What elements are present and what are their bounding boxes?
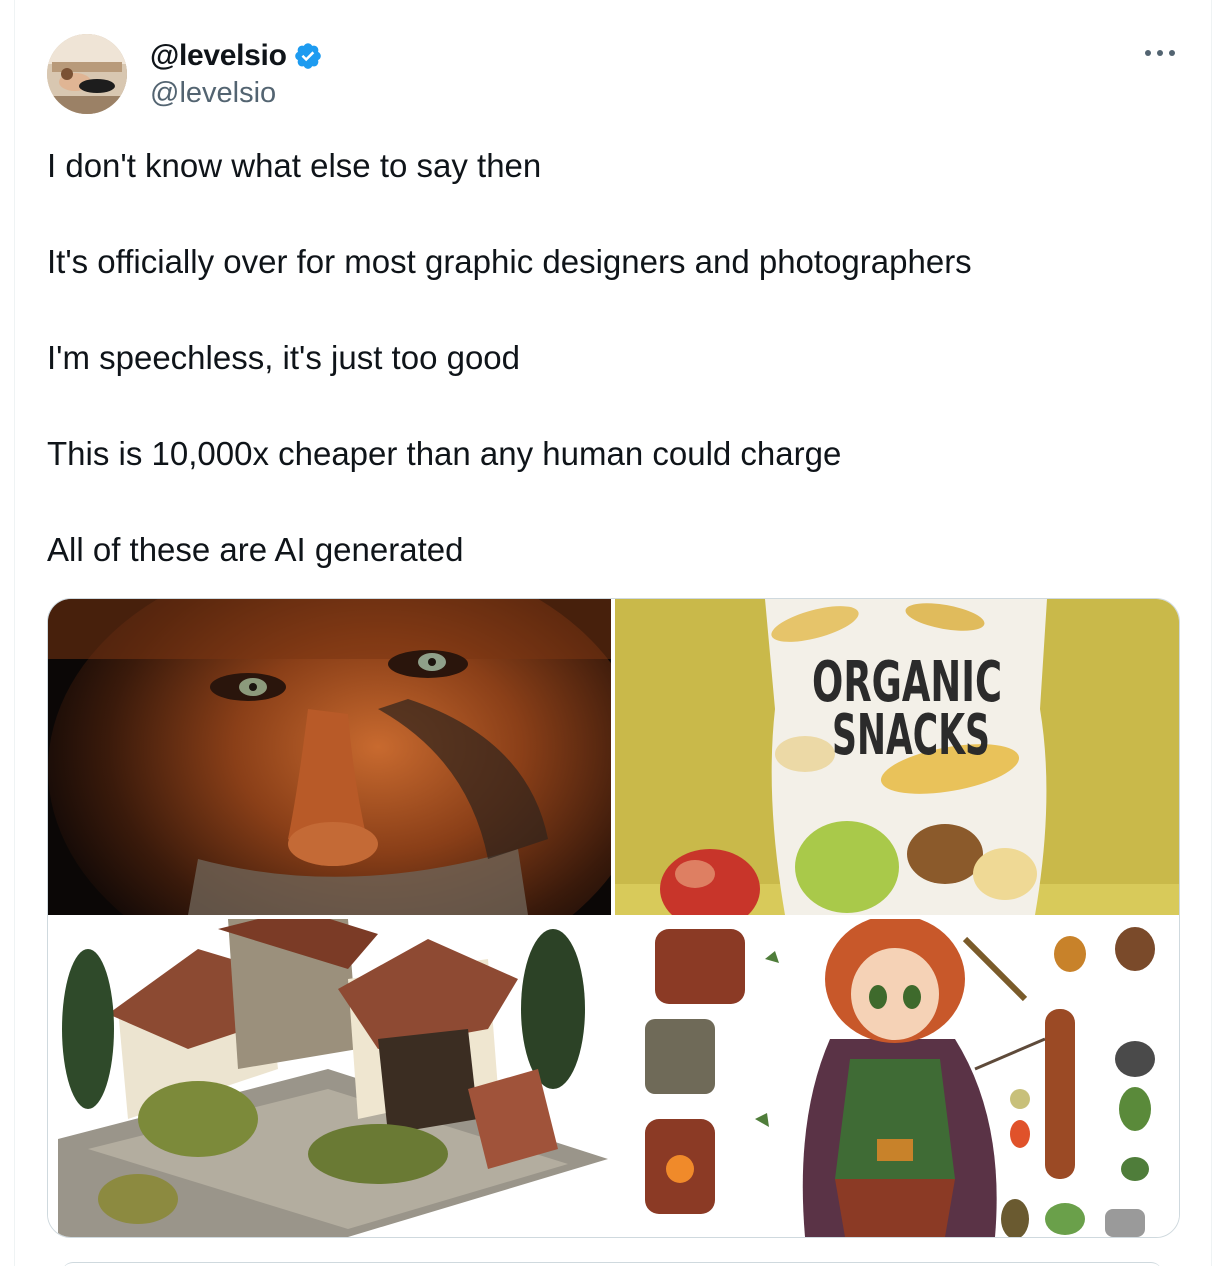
avatar[interactable] [47, 34, 127, 114]
author-name-row[interactable]: @levelsio [150, 36, 323, 76]
avatar-image [47, 34, 127, 114]
tweet-paragraph: I'm speechless, it's just too good [47, 339, 521, 376]
media-image-elf-archer[interactable] [615, 919, 1179, 1237]
timeline-border-right [1211, 0, 1212, 1266]
tweet-paragraph: All of these are AI generated [47, 531, 464, 568]
verified-badge-icon [294, 43, 321, 69]
elf-archer-image [615, 919, 1179, 1237]
tweet-paragraph: It's officially over for most graphic de… [47, 243, 972, 280]
author-handle[interactable]: @levelsio [150, 77, 276, 110]
medieval-house-image [48, 919, 611, 1237]
next-card-edge [62, 1262, 1162, 1266]
media-image-medieval-house[interactable] [48, 919, 611, 1237]
tweet-text: I don't know what else to say then It's … [47, 144, 1187, 624]
snack-package-text-snacks: SNACKS [832, 703, 990, 768]
media-image-organic-snacks[interactable]: ORGANIC SNACKS [615, 599, 1179, 915]
author-display-name[interactable]: @levelsio [150, 39, 287, 73]
tweet-paragraph: This is 10,000x cheaper than any human c… [47, 435, 842, 472]
media-grid: ORGANIC SNACKS [47, 598, 1180, 1238]
more-horizontal-icon [1145, 50, 1175, 56]
media-image-old-man-portrait[interactable] [48, 599, 611, 915]
tweet-paragraph: I don't know what else to say then [47, 147, 542, 184]
tweet-page: @levelsio @levelsio I don't know what el… [0, 0, 1224, 1266]
more-options-button[interactable] [1140, 38, 1180, 68]
organic-snacks-image: ORGANIC SNACKS [615, 599, 1179, 915]
timeline-border-left [14, 0, 15, 1266]
old-man-portrait-image [48, 599, 611, 915]
